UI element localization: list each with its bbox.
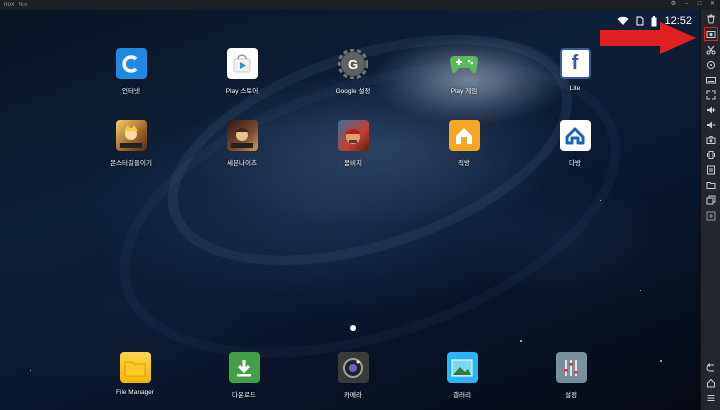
app-boom-beach[interactable]: 붐비치 (308, 120, 398, 167)
fullscreen-icon[interactable] (705, 89, 717, 101)
camera-icon (337, 352, 369, 383)
trash-icon[interactable] (705, 13, 717, 25)
android-home-screen[interactable]: 12:52 인터넷 Play 스토어 G Google 설정 Play 게임 f… (0, 10, 700, 410)
star (660, 360, 662, 362)
google-settings-icon: G (338, 48, 369, 79)
settings-sliders-icon (555, 352, 587, 383)
app-zigbang[interactable]: 직방 (419, 120, 509, 167)
apk-icon[interactable] (705, 164, 717, 176)
app-label: 붐비치 (344, 160, 362, 167)
star (520, 340, 522, 342)
app-label: 다운로드 (232, 392, 256, 399)
app-play-games[interactable]: Play 게임 (419, 48, 509, 95)
shake-icon[interactable] (705, 149, 717, 161)
app-label: 설정 (565, 392, 577, 399)
app-google-settings[interactable]: G Google 설정 (308, 48, 398, 95)
window-title-bar: nox Nox ⚙ – □ ✕ (0, 0, 720, 10)
add-icon[interactable] (705, 210, 717, 222)
app-label: 갤러리 (453, 392, 471, 399)
location-icon[interactable] (705, 59, 717, 71)
star (640, 290, 641, 291)
maximize-button[interactable]: □ (696, 1, 703, 8)
app-label: 다방 (569, 160, 581, 167)
gallery-icon (446, 352, 478, 383)
app-label: 직방 (458, 160, 470, 167)
app-play-store[interactable]: Play 스토어 (197, 48, 287, 95)
app-label: 몬스터길들이기 (110, 160, 152, 167)
app-logo: nox (4, 2, 15, 8)
volume-down-icon[interactable] (705, 119, 717, 131)
keyboard-icon[interactable] (705, 74, 717, 86)
screenshot-icon[interactable] (704, 27, 718, 41)
app-seven-knights[interactable]: 세븐나이츠 (197, 120, 287, 167)
app-label: Google 설정 (335, 88, 371, 95)
menu-icon[interactable] (705, 392, 717, 404)
camera-icon[interactable] (705, 134, 717, 146)
play-store-icon (226, 48, 258, 79)
boom-beach-game-icon (337, 120, 369, 151)
app-label: 세븐나이츠 (227, 160, 257, 167)
app-monster-taming[interactable]: 몬스터길들이기 (86, 120, 176, 167)
star (30, 370, 31, 371)
scissors-icon[interactable] (705, 44, 717, 56)
window-settings-button[interactable]: ⚙ (670, 1, 677, 8)
play-games-icon (449, 48, 480, 79)
seven-knights-game-icon (226, 120, 258, 151)
star (600, 200, 601, 201)
dock-settings[interactable]: 설정 (526, 352, 616, 399)
dock-camera[interactable]: 카메라 (308, 352, 398, 399)
back-icon[interactable] (705, 362, 717, 374)
app-label: Play 스토어 (225, 88, 259, 95)
facebook-lite-icon: f (559, 48, 591, 79)
app-label: Play 게임 (450, 88, 478, 95)
home-icon[interactable] (705, 377, 717, 389)
monster-taming-game-icon (115, 120, 147, 151)
browser-icon (115, 48, 147, 79)
dabang-icon (559, 120, 591, 151)
zigbang-icon (448, 120, 480, 151)
minimize-button[interactable]: – (683, 1, 690, 8)
files-icon[interactable] (705, 194, 717, 206)
folder-icon (119, 352, 151, 383)
download-icon (228, 352, 260, 383)
window-title: Nox (18, 2, 28, 8)
app-label: 카메라 (344, 392, 362, 399)
dock-file-manager[interactable]: File Manager (90, 352, 180, 396)
close-button[interactable]: ✕ (709, 1, 716, 8)
app-label: File Manager (116, 389, 154, 396)
annotation-arrow-icon (600, 22, 696, 54)
folder-icon[interactable] (705, 179, 717, 191)
dock-download[interactable]: 다운로드 (199, 352, 289, 399)
app-dabang[interactable]: 다방 (530, 120, 620, 167)
svg-text:G: G (348, 57, 358, 72)
dock-gallery[interactable]: 갤러리 (417, 352, 507, 399)
volume-up-icon[interactable] (705, 104, 717, 116)
app-label: Lite (569, 85, 581, 92)
app-internet[interactable]: 인터넷 (86, 48, 176, 95)
page-indicator (350, 325, 356, 331)
window-controls: ⚙ – □ ✕ (670, 1, 716, 8)
app-label: 인터넷 (122, 88, 140, 95)
emulator-toolbar (700, 10, 720, 410)
